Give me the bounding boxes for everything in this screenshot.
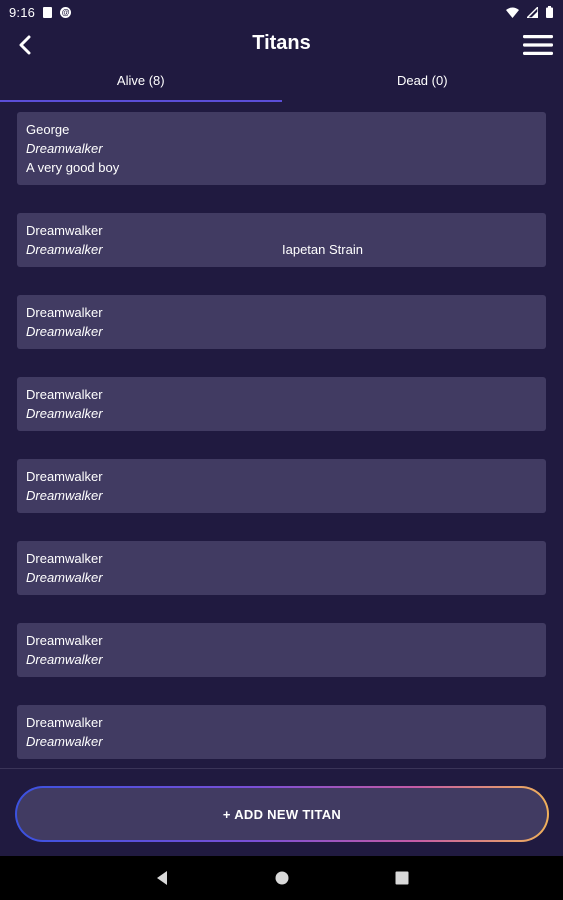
- titan-card[interactable]: George Dreamwalker A very good boy: [17, 112, 546, 185]
- menu-button[interactable]: [522, 30, 554, 60]
- add-new-titan-button-inner: + ADD NEW TITAN: [17, 788, 547, 840]
- titan-description: A very good boy: [26, 160, 120, 175]
- nav-back-triangle-icon: [156, 871, 167, 885]
- titan-card[interactable]: Dreamwalker Dreamwalker: [17, 541, 546, 595]
- tab-alive[interactable]: Alive (8): [0, 66, 282, 102]
- tab-dead[interactable]: Dead (0): [282, 66, 563, 102]
- page-title: Titans: [252, 32, 311, 54]
- status-left: 9:16 @: [9, 4, 72, 20]
- titan-strain: Iapetan Strain: [282, 242, 363, 257]
- titan-card[interactable]: Dreamwalker Dreamwalker: [17, 705, 546, 759]
- add-new-titan-button[interactable]: + ADD NEW TITAN: [15, 786, 549, 842]
- status-right: [506, 6, 553, 18]
- nav-home-button[interactable]: [272, 868, 292, 888]
- titan-species: Dreamwalker: [26, 488, 103, 503]
- titan-name: Dreamwalker: [26, 305, 103, 320]
- status-time: 9:16: [9, 4, 36, 20]
- status-bar: 9:16 @: [0, 0, 563, 24]
- titan-card[interactable]: Dreamwalker Dreamwalker: [17, 623, 546, 677]
- titan-card[interactable]: Dreamwalker Dreamwalker: [17, 459, 546, 513]
- nav-recents-square-icon: [395, 871, 408, 885]
- titan-name: George: [26, 122, 70, 137]
- hamburger-menu-icon: [523, 35, 553, 55]
- tab-alive-label: Alive (8): [116, 72, 165, 88]
- titan-species: Dreamwalker: [26, 406, 103, 421]
- titan-name: Dreamwalker: [26, 469, 103, 484]
- add-new-titan-label: + ADD NEW TITAN: [222, 806, 342, 822]
- bottom-action-bar: + ADD NEW TITAN: [0, 768, 563, 856]
- titan-species: Dreamwalker: [26, 734, 103, 749]
- cell-signal-icon: [527, 6, 538, 18]
- wifi-icon: [506, 7, 519, 18]
- nav-home-circle-icon: [275, 871, 288, 885]
- tab-dead-label: Dead (0): [396, 72, 448, 88]
- titan-card[interactable]: Dreamwalker Dreamwalker Iapetan Strain: [17, 213, 546, 267]
- titan-name: Dreamwalker: [26, 551, 103, 566]
- nav-back-button[interactable]: [152, 868, 172, 888]
- titan-name: Dreamwalker: [26, 223, 103, 238]
- titan-card[interactable]: Dreamwalker Dreamwalker: [17, 377, 546, 431]
- app-bar: Titans: [0, 24, 563, 66]
- titan-species: Dreamwalker: [26, 324, 103, 339]
- sync-icon: @: [60, 6, 72, 18]
- titan-card[interactable]: Dreamwalker Dreamwalker: [17, 295, 546, 349]
- battery-icon: [546, 6, 553, 18]
- tab-bar: Alive (8) Dead (0): [0, 66, 563, 102]
- titan-species: Dreamwalker: [26, 570, 103, 585]
- titan-name: Dreamwalker: [26, 715, 103, 730]
- titan-name: Dreamwalker: [26, 387, 103, 402]
- nav-recents-button[interactable]: [392, 868, 412, 888]
- titan-list: George Dreamwalker A very good boy Dream…: [17, 112, 546, 787]
- titan-name: Dreamwalker: [26, 633, 103, 648]
- system-nav-bar: [0, 856, 563, 900]
- sd-card-icon: [43, 6, 53, 18]
- titan-species: Dreamwalker: [26, 652, 103, 667]
- titan-species: Dreamwalker: [26, 141, 103, 156]
